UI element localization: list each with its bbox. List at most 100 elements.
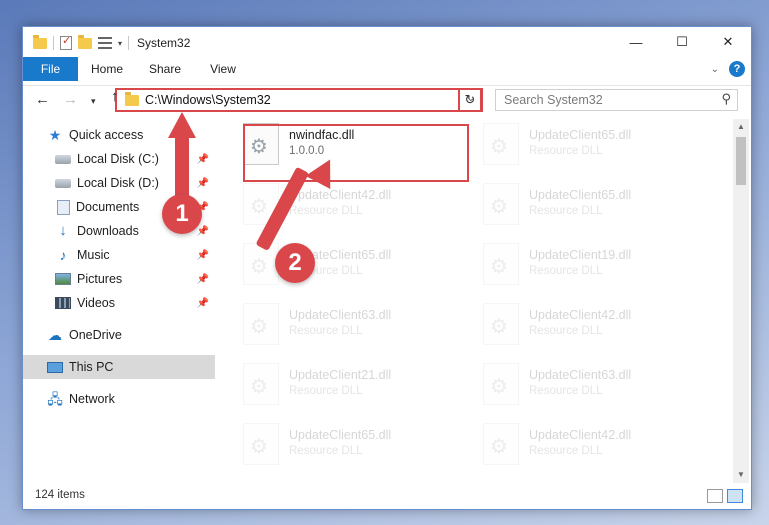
dll-file-icon	[243, 303, 279, 345]
tab-view[interactable]: View	[194, 62, 252, 76]
file-name: UpdateClient65.dll	[289, 428, 392, 442]
file-type: Resource DLL	[529, 445, 603, 457]
file-type: Resource DLL	[289, 445, 363, 457]
file-type: Resource DLL	[289, 205, 363, 217]
file-type: Resource DLL	[529, 205, 603, 217]
sidebar-item-label: Local Disk (D:)	[77, 176, 159, 190]
tab-file[interactable]: File	[23, 57, 78, 81]
sidebar-item-label: Music	[77, 248, 110, 262]
tab-share[interactable]: Share	[136, 62, 194, 76]
minimize-button[interactable]: —	[613, 27, 659, 57]
computer-icon	[47, 361, 63, 373]
qat-dropdown-icon[interactable]: ▾	[118, 39, 122, 48]
cloud-icon: ☁	[48, 327, 62, 343]
pin-icon[interactable]: 📌	[197, 226, 209, 237]
file-name: UpdateClient63.dll	[289, 308, 392, 322]
file-item[interactable]: UpdateClient42.dll Resource DLL	[483, 423, 713, 473]
view-options-icon[interactable]	[98, 37, 112, 49]
recent-locations-icon[interactable]: ▾	[91, 96, 96, 107]
new-folder-icon[interactable]	[78, 34, 92, 49]
folder-icon	[33, 34, 47, 49]
sidebar-item-music[interactable]: ♪ Music 📌	[23, 243, 215, 267]
search-placeholder: Search System32	[504, 93, 603, 107]
file-item[interactable]: UpdateClient42.dll Resource DLL	[483, 303, 713, 353]
file-item[interactable]: UpdateClient63.dll Resource DLL	[483, 363, 713, 413]
tiles-view-icon[interactable]	[727, 489, 743, 503]
sidebar-item-label: Documents	[76, 200, 140, 214]
separator	[128, 36, 130, 50]
refresh-button[interactable]: ↻	[458, 88, 482, 112]
search-input[interactable]: Search System32 ⚲	[495, 89, 738, 111]
window-title: System32	[137, 36, 191, 50]
close-button[interactable]: ✕	[705, 27, 751, 57]
sidebar-item-label: Network	[69, 392, 115, 406]
step-badge-1: 1	[162, 194, 202, 234]
file-item[interactable]: UpdateClient21.dll Resource DLL	[243, 363, 473, 413]
dll-file-icon	[483, 123, 519, 165]
search-icon[interactable]: ⚲	[721, 91, 731, 107]
file-type: Resource DLL	[529, 145, 603, 157]
scroll-down-icon[interactable]: ▼	[733, 467, 749, 483]
up-arrow-icon[interactable]: ↑	[111, 88, 119, 105]
details-view-icon[interactable]	[707, 489, 723, 503]
sidebar-item-network[interactable]: 🖧 Network	[23, 387, 215, 411]
expand-ribbon-icon[interactable]: ⌄	[711, 64, 719, 75]
pin-icon[interactable]: 📌	[197, 178, 209, 189]
file-name: UpdateClient42.dll	[529, 308, 632, 322]
dll-file-icon	[243, 423, 279, 465]
file-type: Resource DLL	[529, 325, 603, 337]
address-bar[interactable]: C:\Windows\System32 ⌄	[115, 88, 483, 112]
scroll-thumb[interactable]	[736, 137, 746, 185]
sidebar-item-label: Videos	[77, 296, 115, 310]
pin-icon[interactable]: 📌	[197, 298, 209, 309]
forward-arrow-icon[interactable]: →	[63, 91, 78, 108]
back-arrow-icon[interactable]: ←	[35, 91, 50, 108]
file-highlight-box	[243, 124, 469, 182]
pin-icon[interactable]: 📌	[197, 274, 209, 285]
sidebar-item-label: Pictures	[77, 272, 123, 286]
dll-file-icon	[483, 303, 519, 345]
item-count: 124 items	[35, 489, 85, 501]
maximize-button[interactable]: ☐	[659, 27, 705, 57]
ribbon-tabs: File Home Share View ⌄ ?	[23, 57, 751, 81]
vertical-scrollbar[interactable]: ▲ ▼	[733, 119, 749, 483]
pictures-icon	[55, 273, 71, 285]
scroll-up-icon[interactable]: ▲	[733, 119, 749, 135]
annotation-arrow-1	[175, 136, 189, 202]
file-type: Resource DLL	[529, 265, 603, 277]
window-controls: — ☐ ✕	[613, 27, 751, 57]
drive-icon	[55, 178, 71, 188]
file-type: Resource DLL	[289, 325, 363, 337]
file-item[interactable]: UpdateClient63.dll Resource DLL	[243, 303, 473, 353]
videos-icon	[55, 297, 71, 309]
drive-icon	[55, 154, 71, 164]
pin-icon[interactable]: 📌	[197, 250, 209, 261]
file-item[interactable]: UpdateClient19.dll Resource DLL	[483, 243, 713, 293]
sidebar-item-this-pc[interactable]: This PC	[23, 355, 215, 379]
file-name: UpdateClient42.dll	[289, 188, 392, 202]
sidebar-item-label: Downloads	[77, 224, 139, 238]
dll-file-icon	[243, 243, 279, 285]
sidebar-item-pictures[interactable]: Pictures 📌	[23, 267, 215, 291]
pin-icon[interactable]: 📌	[197, 154, 209, 165]
view-toggle	[707, 489, 743, 503]
file-item[interactable]: UpdateClient65.dll Resource DLL	[243, 423, 473, 473]
address-row: ← → ▾ C:\Windows\System32 ⌄ ↻ Search Sys…	[23, 85, 751, 115]
dll-file-icon	[483, 363, 519, 405]
documents-icon	[57, 199, 70, 215]
file-item[interactable]: UpdateClient65.dll Resource DLL	[483, 123, 713, 173]
dll-file-icon	[483, 243, 519, 285]
title-bar: ▾ System32 — ☐ ✕	[23, 27, 751, 59]
file-item[interactable]: UpdateClient65.dll Resource DLL	[483, 183, 713, 233]
file-name: UpdateClient19.dll	[529, 248, 632, 262]
file-name: UpdateClient63.dll	[529, 368, 632, 382]
properties-check-icon[interactable]	[60, 34, 72, 50]
sidebar-item-videos[interactable]: Videos 📌	[23, 291, 215, 315]
dll-file-icon	[483, 423, 519, 465]
tab-home[interactable]: Home	[78, 62, 136, 76]
help-icon[interactable]: ?	[729, 61, 745, 77]
quick-access-toolbar: ▾	[23, 34, 130, 50]
downloads-icon: ↓	[59, 222, 67, 239]
sidebar-item-onedrive[interactable]: ☁ OneDrive	[23, 323, 215, 347]
file-name: UpdateClient65.dll	[529, 188, 632, 202]
